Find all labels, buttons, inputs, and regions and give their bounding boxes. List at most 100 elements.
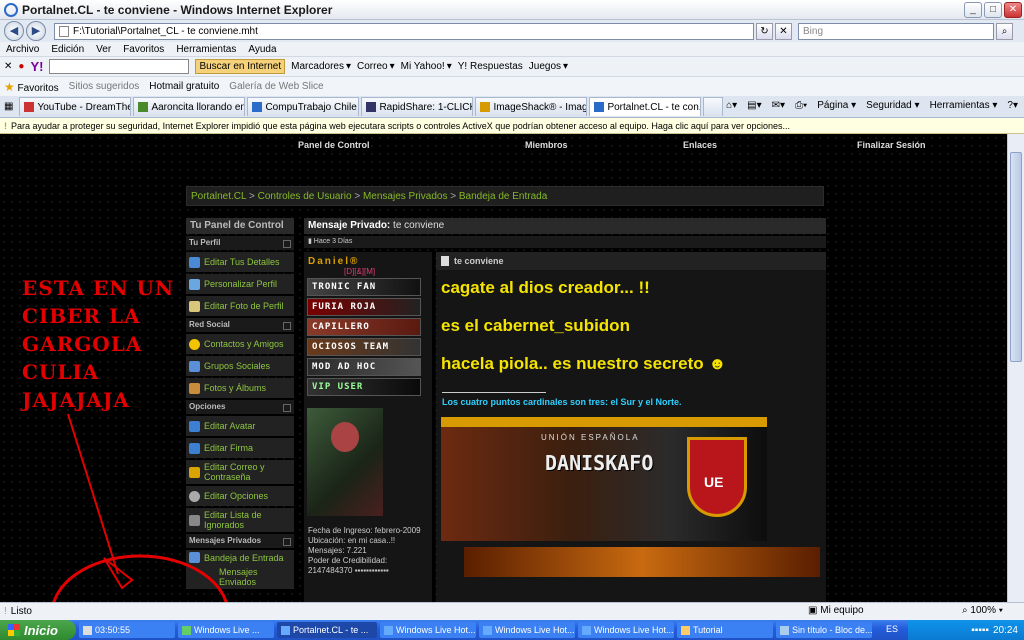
tab-imageshack[interactable]: ImageShack® - Image ... [475, 97, 588, 116]
page-menu[interactable]: Página ▾ [817, 100, 856, 111]
home-icon[interactable]: ⌂▾ [726, 100, 737, 111]
item-label: Personalizar Perfil [204, 279, 278, 289]
tab-youtube[interactable]: YouTube - DreamTheate... [19, 97, 132, 116]
tools-menu[interactable]: Herramientas ▾ [930, 100, 998, 111]
task-tutorial-folder[interactable]: Tutorial [677, 622, 773, 638]
favorites-button[interactable]: ★ Favoritos [4, 80, 59, 94]
task-ie-portalnet[interactable]: Portalnet.CL - te ... [277, 622, 377, 638]
start-button[interactable]: Inicio [0, 620, 76, 640]
crumb-mensajes[interactable]: Mensajes Privados [363, 191, 447, 202]
section-perfil[interactable]: Tu Perfil [186, 236, 294, 250]
my-yahoo-menu[interactable]: Mi Yahoo! ▾ [401, 61, 452, 72]
sidebar-item-personalizar[interactable]: Personalizar Perfil [186, 274, 294, 294]
menu-herramientas[interactable]: Herramientas [176, 44, 236, 55]
mail-icon[interactable]: ✉▾ [772, 100, 785, 111]
task-notepad[interactable]: Sin título - Bloc de... [776, 622, 872, 638]
back-button[interactable]: ◀ [4, 21, 24, 41]
sidebar-item-fotos[interactable]: Fotos y Álbums [186, 378, 294, 398]
nav-enlaces[interactable]: Enlaces [683, 140, 717, 150]
mail-menu[interactable]: Correo ▾ [357, 61, 395, 72]
help-icon[interactable]: ?▾ [1007, 100, 1018, 111]
answers-link[interactable]: Y! Respuestas [458, 61, 523, 72]
print-icon[interactable]: ⎙▾ [795, 100, 807, 111]
url-field[interactable]: F:\Tutorial\Portalnet_CL - te conviene.m… [54, 22, 754, 40]
forward-button[interactable]: ▶ [26, 21, 46, 41]
menu-archivo[interactable]: Archivo [6, 44, 39, 55]
ie-icon [384, 625, 393, 635]
security-zone[interactable]: ▣ Mi equipo [808, 605, 864, 616]
fav-hotmail[interactable]: Hotmail gratuito [149, 81, 219, 92]
crumb-bandeja[interactable]: Bandeja de Entrada [459, 191, 547, 202]
task-hotmail-3[interactable]: Windows Live Hot... [578, 622, 674, 638]
scrollbar-thumb[interactable] [1010, 152, 1022, 362]
task-hotmail-1[interactable]: Windows Live Hot... [380, 622, 476, 638]
ignore-list-icon [189, 514, 200, 526]
username[interactable]: Daniel® [304, 252, 432, 267]
close-toolbar-icon[interactable]: ✕ [4, 61, 12, 72]
tab-rapidshare[interactable]: RapidShare: 1-CLICK W... [361, 97, 474, 116]
feeds-icon[interactable]: ▤▾ [747, 100, 761, 111]
badge-vip-user: VIP USER [307, 378, 421, 396]
nav-finalizar-sesion[interactable]: Finalizar Sesión [857, 140, 926, 150]
security-infobar[interactable]: ! Para ayudar a proteger su seguridad, I… [0, 118, 1024, 134]
sidebar-item-ignorados[interactable]: Editar Lista de Ignorados [186, 508, 294, 532]
menu-favoritos[interactable]: Favoritos [123, 44, 164, 55]
task-messenger[interactable]: Windows Live ... [178, 622, 274, 638]
fav-web-slice[interactable]: Galería de Web Slice [229, 81, 323, 92]
sidebar-item-opciones[interactable]: Editar Opciones [186, 486, 294, 506]
close-button[interactable]: ✕ [1004, 2, 1022, 18]
page-scrollbar[interactable] [1007, 134, 1024, 602]
security-menu[interactable]: Seguridad ▾ [866, 100, 919, 111]
tab-aaroncita[interactable]: Aaroncita llorando en el ... [133, 97, 246, 116]
stop-button[interactable]: ✕ [775, 22, 792, 40]
sidebar-item-firma[interactable]: Editar Firma [186, 438, 294, 458]
new-tab-button[interactable] [703, 97, 724, 116]
sidebar-item-contactos[interactable]: Contactos y Amigos [186, 334, 294, 354]
clock[interactable]: 20:24 [993, 625, 1018, 636]
minimize-button[interactable]: _ [964, 2, 982, 18]
menu-edicion[interactable]: Edición [51, 44, 84, 55]
badge-mod-ad-hoc: MOD AD HOC [307, 358, 421, 376]
yahoo-search-input[interactable] [49, 59, 190, 74]
crumb-controles[interactable]: Controles de Usuario [258, 191, 352, 202]
status-text: Listo [10, 606, 32, 617]
fav-suggested-sites[interactable]: Sitios sugeridos [69, 81, 140, 92]
refresh-button[interactable]: ↻ [756, 22, 773, 40]
toolbar-logo-icon[interactable]: ● [18, 61, 24, 72]
task-hotmail-2[interactable]: Windows Live Hot... [479, 622, 575, 638]
sidebar-item-enviados[interactable]: Mensajes Enviados [189, 567, 291, 587]
quick-tabs-icon[interactable]: ▦ [4, 101, 13, 112]
search-input[interactable]: Bing [798, 22, 994, 40]
yahoo-search-button[interactable]: Buscar en Internet [195, 59, 286, 74]
games-menu[interactable]: Juegos ▾ [529, 61, 568, 72]
crumb-portalnet[interactable]: Portalnet.CL [191, 191, 246, 202]
sidebar-item-avatar[interactable]: Editar Avatar [186, 416, 294, 436]
section-red-social[interactable]: Red Social [186, 318, 294, 332]
nav-miembros[interactable]: Miembros [525, 140, 568, 150]
search-icon[interactable]: ⌕ [996, 22, 1013, 40]
tab-computrabajo[interactable]: CompuTrabajo Chile - E... [247, 97, 360, 116]
sidebar-item-bandeja[interactable]: Bandeja de Entrada Mensajes Enviados [186, 550, 294, 589]
tab-label: YouTube - DreamTheate... [37, 101, 130, 113]
sidebar-item-correo[interactable]: Editar Correo y Contraseña [186, 460, 294, 484]
menu-ver[interactable]: Ver [96, 44, 111, 55]
sidebar-item-grupos[interactable]: Grupos Sociales [186, 356, 294, 376]
sidebar-item-editar-detalles[interactable]: Editar Tus Detalles [186, 252, 294, 272]
signature-banner: UNIÓN ESPAÑOLA DANISKAFO UE [441, 417, 767, 541]
yahoo-logo-icon[interactable]: Y! [30, 59, 43, 74]
bookmarks-menu[interactable]: Marcadores ▾ [291, 61, 351, 72]
sidebar-item-foto[interactable]: Editar Foto de Perfil [186, 296, 294, 316]
section-mensajes-privados[interactable]: Mensajes Privados [186, 534, 294, 548]
tray-icons[interactable]: ▪▪▪▪▪ [971, 625, 989, 636]
user-avatar[interactable] [307, 408, 383, 516]
section-opciones[interactable]: Opciones [186, 400, 294, 414]
zoom-control[interactable]: ⌕ 100% ▾ [962, 605, 1003, 616]
task-timer[interactable]: 03:50:55 [79, 622, 175, 638]
task-label: Sin título - Bloc de... [792, 625, 872, 635]
task-label: 03:50:55 [95, 625, 131, 635]
nav-panel-control[interactable]: Panel de Control [298, 140, 370, 150]
menu-ayuda[interactable]: Ayuda [248, 44, 276, 55]
tab-portalnet[interactable]: Portalnet.CL - te con... [589, 97, 702, 116]
language-indicator[interactable]: ES [886, 624, 898, 634]
maximize-button[interactable]: □ [984, 2, 1002, 18]
